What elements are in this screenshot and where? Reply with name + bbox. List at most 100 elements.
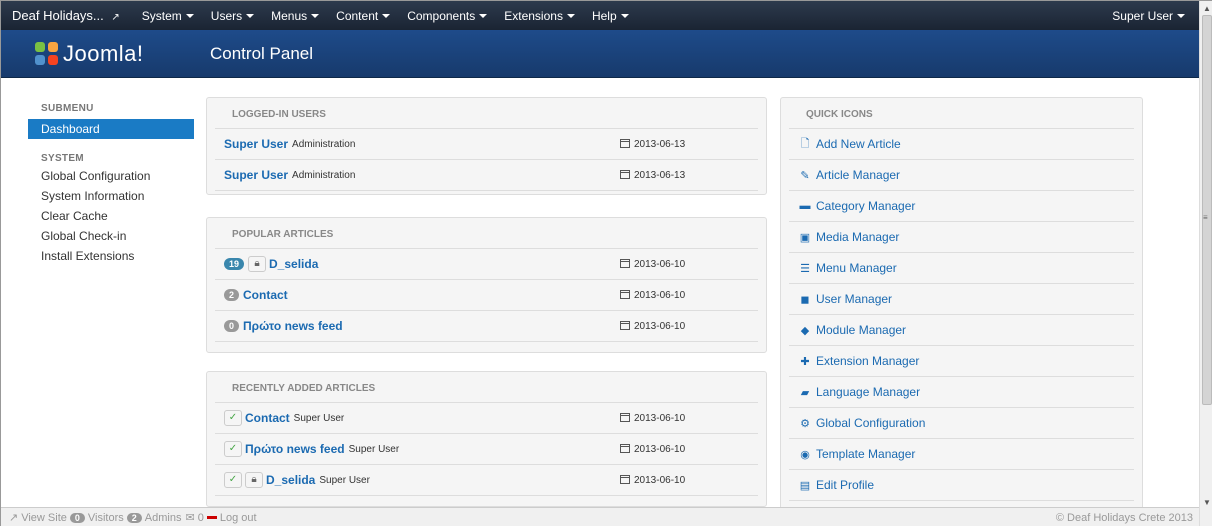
quick-icon-label: User Manager bbox=[816, 292, 893, 306]
published-check-icon[interactable]: ✓ bbox=[224, 472, 242, 488]
view-site-label: View Site bbox=[21, 512, 67, 524]
menu-menus[interactable]: Menus bbox=[263, 9, 328, 23]
joomla-logo[interactable]: Joomla! bbox=[35, 41, 205, 67]
article-link[interactable]: Πρώτο news feed bbox=[245, 442, 345, 456]
lock-icon[interactable]: 🔒︎ bbox=[245, 472, 263, 488]
quick-icon-module-manager[interactable]: ◆ Module Manager bbox=[789, 315, 1134, 346]
quick-icon-global-configuration[interactable]: ⚙ Global Configuration bbox=[789, 408, 1134, 439]
user-link[interactable]: Super User bbox=[224, 168, 288, 182]
hits-badge: 19 bbox=[224, 258, 245, 270]
menu-users[interactable]: Users bbox=[203, 9, 263, 23]
page-title: Control Panel bbox=[210, 43, 314, 63]
table-row: Super User Administration 2013-06-13 bbox=[215, 129, 758, 160]
quick-icon-extension-manager[interactable]: ✚ Extension Manager bbox=[789, 346, 1134, 377]
messages-link[interactable]: ✉ 0 bbox=[185, 511, 203, 524]
quick-icon-label: Module Manager bbox=[816, 323, 907, 337]
sidebar-item-system-information[interactable]: System Information bbox=[28, 186, 194, 206]
article-author: Super User bbox=[348, 443, 400, 455]
quick-icon-language-manager[interactable]: ▰ Language Manager bbox=[789, 377, 1134, 408]
quick-icon-label: Media Manager bbox=[816, 230, 900, 244]
panel-heading: LOGGED-IN USERS bbox=[215, 98, 758, 129]
quick-icon-article-manager[interactable]: ✎ Article Manager bbox=[789, 160, 1134, 191]
scroll-down-icon[interactable]: ▼ bbox=[1203, 498, 1211, 507]
article-author: Super User bbox=[293, 412, 345, 424]
quick-icon-label: Article Manager bbox=[816, 168, 901, 182]
quick-icon-media-manager[interactable]: ▣ Media Manager bbox=[789, 222, 1134, 253]
date-text: 2013-06-13 bbox=[634, 169, 686, 181]
recent-articles-panel: RECENTLY ADDED ARTICLES ✓ Contact Super … bbox=[206, 371, 767, 507]
date-text: 2013-06-10 bbox=[634, 443, 686, 455]
quick-icon-label: Add New Article bbox=[816, 137, 901, 151]
comment-icon: ▰ bbox=[800, 386, 810, 399]
menu-extensions[interactable]: Extensions bbox=[496, 9, 584, 23]
quick-icon-label: Global Configuration bbox=[816, 416, 926, 430]
menu-content[interactable]: Content bbox=[328, 9, 399, 23]
menu-label: Help bbox=[591, 8, 617, 23]
date-text: 2013-06-10 bbox=[634, 412, 686, 424]
sidebar-item-global-configuration[interactable]: Global Configuration bbox=[28, 166, 194, 186]
table-row: ✓ Πρώτο news feed Super User 2013-06-10 bbox=[215, 434, 758, 465]
lock-icon[interactable]: 🔒︎ bbox=[248, 256, 267, 272]
logo-text: Joomla! bbox=[63, 40, 144, 66]
table-row: 0 Πρώτο news feed 2013-06-10 bbox=[215, 311, 758, 342]
list-icon: ☰ bbox=[800, 262, 810, 275]
visitors-label: Visitors bbox=[87, 511, 124, 524]
quick-icon-menu-manager[interactable]: ☰ Menu Manager bbox=[789, 253, 1134, 284]
logged-in-users-panel: LOGGED-IN USERS Super User Administratio… bbox=[206, 97, 767, 195]
quick-icon-template-manager[interactable]: ◉ Template Manager bbox=[789, 439, 1134, 470]
view-site-link[interactable]: ↗ View Site bbox=[9, 511, 67, 524]
system-heading: SYSTEM bbox=[41, 153, 84, 164]
article-link[interactable]: D_selida bbox=[266, 473, 315, 487]
calendar-icon bbox=[620, 412, 630, 422]
site-link[interactable]: Deaf Holidays... ↗ bbox=[1, 8, 134, 23]
calendar-icon bbox=[620, 443, 630, 453]
panel-heading: POPULAR ARTICLES bbox=[215, 218, 758, 249]
date-text: 2013-06-10 bbox=[634, 474, 686, 486]
sidebar-item-global-check-in[interactable]: Global Check-in bbox=[28, 226, 194, 246]
scroll-up-icon[interactable]: ▲ bbox=[1203, 4, 1211, 13]
caret-down-icon bbox=[566, 14, 575, 19]
menu-components[interactable]: Components bbox=[399, 9, 496, 23]
quick-icon-label: Extension Manager bbox=[816, 354, 920, 368]
date: 2013-06-10 bbox=[620, 412, 686, 424]
cube-icon: ◆ bbox=[800, 324, 810, 337]
quick-icon-label: Template Manager bbox=[816, 447, 916, 461]
quick-icon-add-new-article[interactable]: 🗋︎ Add New Article bbox=[789, 129, 1134, 160]
calendar-icon bbox=[620, 138, 630, 148]
quick-icon-user-manager[interactable]: ◼ User Manager bbox=[789, 284, 1134, 315]
footer-links: ↗ View Site 0 Visitors 2 Admins ✉ 0 Log o… bbox=[1, 511, 257, 525]
caret-down-icon bbox=[1177, 14, 1185, 19]
scrollbar-thumb[interactable] bbox=[1202, 15, 1212, 405]
messages-count: 0 bbox=[197, 512, 204, 524]
article-link[interactable]: Contact bbox=[243, 288, 288, 302]
calendar-icon bbox=[620, 169, 630, 179]
date: 2013-06-13 bbox=[620, 138, 685, 150]
caret-down-icon bbox=[620, 14, 629, 19]
vertical-scrollbar[interactable]: ▲ ≡ ▼ bbox=[1199, 1, 1212, 526]
user-menu[interactable]: Super User bbox=[1112, 9, 1199, 23]
sidebar-item-install-extensions[interactable]: Install Extensions bbox=[28, 246, 194, 266]
popular-articles-panel: POPULAR ARTICLES 19 🔒︎ D_selida 2013-06-… bbox=[206, 217, 767, 353]
sidebar-item-dashboard[interactable]: Dashboard bbox=[28, 119, 194, 139]
quick-icon-label: Menu Manager bbox=[816, 261, 897, 275]
quick-icon-edit-profile[interactable]: ▤ Edit Profile bbox=[789, 470, 1134, 501]
article-link[interactable]: Contact bbox=[245, 411, 290, 425]
user-link[interactable]: Super User bbox=[224, 137, 288, 151]
main-menu: System Users Menus Content Components Ex… bbox=[134, 9, 638, 23]
menu-help[interactable]: Help bbox=[584, 9, 638, 23]
date-text: 2013-06-10 bbox=[634, 320, 686, 332]
published-check-icon[interactable]: ✓ bbox=[224, 441, 242, 457]
sidebar-item-clear-cache[interactable]: Clear Cache bbox=[28, 206, 194, 226]
logout-link[interactable]: Log out bbox=[220, 512, 257, 524]
puzzle-icon: ✚ bbox=[800, 355, 810, 368]
article-link[interactable]: Πρώτο news feed bbox=[243, 319, 343, 333]
menu-system[interactable]: System bbox=[134, 9, 203, 23]
vcard-icon: ▤ bbox=[799, 479, 811, 492]
published-check-icon[interactable]: ✓ bbox=[224, 410, 242, 426]
date-text: 2013-06-10 bbox=[634, 258, 686, 270]
article-link[interactable]: D_selida bbox=[269, 257, 318, 271]
quick-icon-category-manager[interactable]: ▬ Category Manager bbox=[789, 191, 1134, 222]
date: 2013-06-10 bbox=[620, 258, 686, 270]
grip-icon: ≡ bbox=[1203, 213, 1208, 222]
top-navbar: Deaf Holidays... ↗ System Users Menus Co… bbox=[1, 1, 1199, 30]
